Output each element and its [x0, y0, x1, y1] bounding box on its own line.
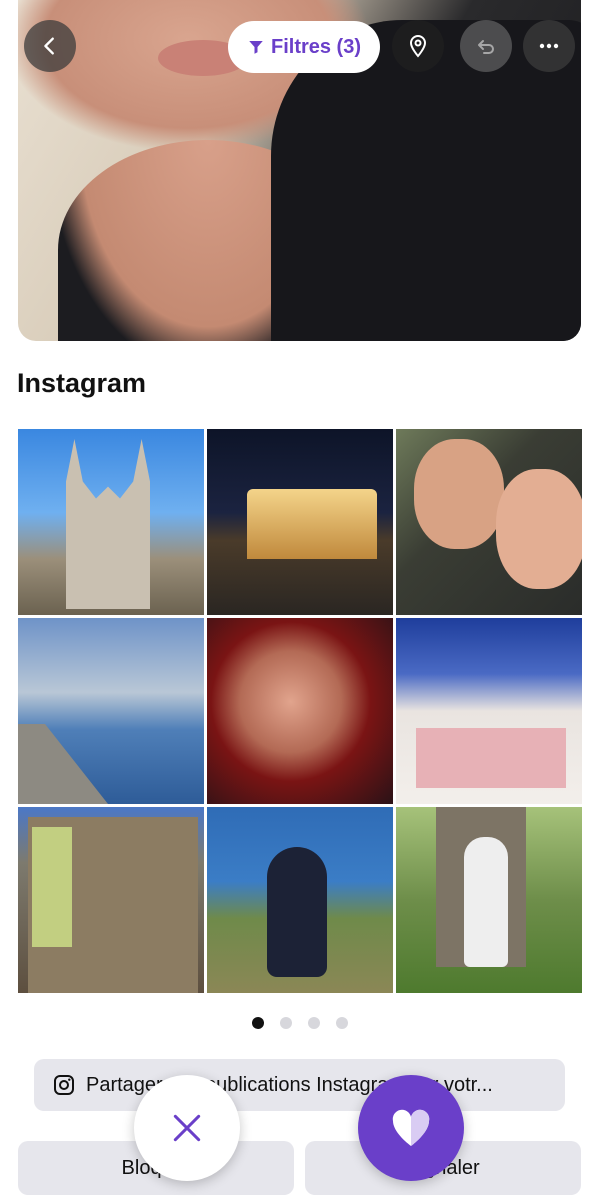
close-icon	[173, 1114, 201, 1142]
instagram-icon	[54, 1075, 74, 1095]
pager-dot-4[interactable]	[335, 1017, 348, 1029]
instagram-photo-church[interactable]	[18, 429, 204, 615]
instagram-photo-seaside-sitting[interactable]	[207, 807, 393, 993]
instagram-photo-couple-selfie[interactable]	[396, 429, 582, 615]
filters-button[interactable]: Filtres (3)	[228, 21, 380, 73]
instagram-photo-tree-portrait[interactable]	[396, 807, 582, 993]
like-button[interactable]	[358, 1075, 464, 1181]
location-button[interactable]	[392, 20, 444, 72]
undo-button[interactable]	[460, 20, 512, 72]
instagram-photo-red-hair-selfie[interactable]	[207, 618, 393, 804]
share-instagram-button[interactable]: Partager vos publications Instagram sur …	[34, 1059, 565, 1111]
chevron-left-icon	[44, 37, 54, 55]
filter-icon	[249, 41, 263, 54]
pager-dot-2[interactable]	[279, 1017, 292, 1029]
undo-icon	[478, 40, 494, 54]
instagram-grid	[18, 429, 582, 993]
filters-label: Filtres (3)	[270, 35, 362, 58]
instagram-photo-harbor[interactable]	[18, 618, 204, 804]
instagram-photo-illuminated-house[interactable]	[18, 807, 204, 993]
pager-dot-1[interactable]	[251, 1017, 264, 1029]
more-button[interactable]	[523, 20, 575, 72]
instagram-photo-night-building[interactable]	[207, 429, 393, 615]
instagram-title: Instagram	[17, 368, 147, 398]
photo-pager	[0, 1017, 599, 1029]
pass-button[interactable]	[134, 1075, 240, 1181]
instagram-photo-christmas-gifts[interactable]	[396, 618, 582, 804]
back-button[interactable]	[24, 20, 76, 72]
heart-icon	[392, 1109, 430, 1146]
pager-dot-3[interactable]	[307, 1017, 320, 1029]
location-pin-icon	[409, 35, 427, 58]
more-dots-icon	[539, 43, 559, 49]
